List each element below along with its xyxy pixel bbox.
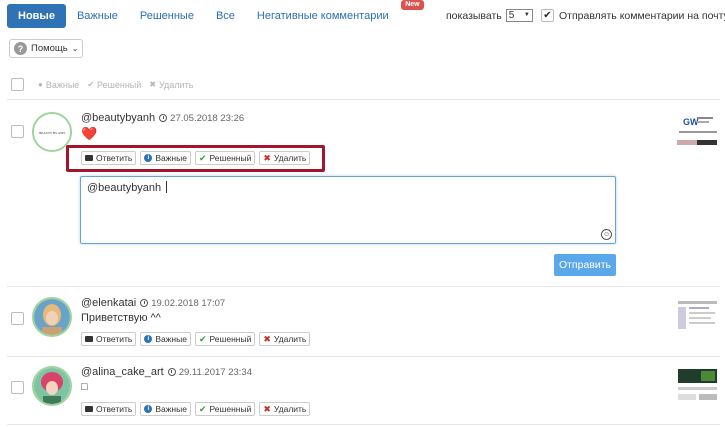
divider <box>7 286 720 287</box>
close-icon: ✖ <box>149 80 157 89</box>
delete-label: Удалить <box>273 334 307 344</box>
tab-all[interactable]: Все <box>205 4 246 28</box>
show-count-control: показывать 5 ▼ <box>446 9 533 22</box>
post-thumbnail[interactable] <box>675 367 720 403</box>
new-badge: New <box>401 0 424 10</box>
clock-icon <box>140 299 149 307</box>
thumb-logo-text: GW <box>683 117 699 127</box>
post-thumbnail[interactable]: GW <box>675 112 720 148</box>
send-button[interactable]: Отправить <box>554 254 616 276</box>
bulk-resolved-button[interactable]: ✔ Решенный <box>87 80 141 90</box>
bulk-delete-label: Удалить <box>159 79 194 90</box>
comment-date: 27.05.2018 23:26 <box>159 113 244 124</box>
comment-text: Приветствую ^^ <box>81 312 161 324</box>
show-count-select[interactable]: 5 ▼ <box>505 9 533 22</box>
reply-input-value: @beautybyanh <box>87 181 168 194</box>
avatar-brand-text: BEAUTY BY ANH <box>39 131 65 135</box>
important-button[interactable]: i Важные <box>140 402 191 416</box>
check-icon: ✔ <box>198 333 207 344</box>
email-option: ✔ Отправлять комментарии на почту? <box>541 9 725 22</box>
comment-date-text: 27.05.2018 23:26 <box>170 112 245 124</box>
comment-text: ❤️ <box>81 126 98 141</box>
help-button[interactable]: ? Помощь ⌄ <box>9 39 84 58</box>
comment-header: @beautybyanh 27.05.2018 23:26 <box>81 112 244 124</box>
check-icon: ✔ <box>87 80 95 89</box>
tab-new[interactable]: Новые <box>7 4 66 28</box>
comment-username[interactable]: @elenkatai <box>81 297 136 309</box>
resolved-label: Решенный <box>209 334 252 344</box>
message-icon <box>85 336 93 342</box>
important-button[interactable]: i Важные <box>140 332 191 346</box>
smiley-icon[interactable]: ☺ <box>601 229 612 240</box>
chevron-down-icon: ⌄ <box>71 44 79 53</box>
reply-label: Ответить <box>96 334 133 344</box>
reply-label: Ответить <box>96 404 133 414</box>
reply-button[interactable]: Ответить <box>81 332 137 346</box>
divider <box>7 99 720 100</box>
reply-textarea[interactable]: @beautybyanh ☺ <box>80 176 616 244</box>
bulk-delete-button[interactable]: ✖ Удалить <box>149 80 193 90</box>
divider <box>7 424 720 425</box>
important-label: Важные <box>155 404 187 414</box>
comment-date-text: 19.02.2018 17:07 <box>151 297 226 309</box>
comment-checkbox[interactable] <box>11 312 24 325</box>
resolved-label: Решенный <box>209 404 252 414</box>
tab-resolved[interactable]: Решенные <box>129 4 205 28</box>
comment-date: 29.11.2017 23:34 <box>167 366 252 378</box>
delete-button[interactable]: ✖ Удалить <box>259 332 311 346</box>
close-icon: ✖ <box>263 403 271 414</box>
avatar[interactable] <box>32 297 72 337</box>
comment-username[interactable]: @beautybyanh <box>81 112 155 124</box>
info-icon: i <box>144 335 153 343</box>
highlight-box <box>66 145 325 172</box>
avatar[interactable] <box>32 366 72 406</box>
bulk-important-label: Важные <box>45 79 80 90</box>
question-icon: ? <box>14 42 27 55</box>
show-count-value: 5 <box>508 10 515 21</box>
tab-negative-label: Негативные комментарии <box>256 10 389 22</box>
resolved-button[interactable]: ✔ Решенный <box>194 402 256 416</box>
comment-actions: Ответить i Важные ✔ Решенный ✖ Удалить <box>81 332 311 346</box>
email-label: Отправлять комментарии на почту? <box>559 9 725 22</box>
bulk-important-button[interactable]: ● Важные <box>38 80 79 90</box>
resolved-button[interactable]: ✔ Решенный <box>194 332 256 346</box>
comment-username[interactable]: @alina_cake_art <box>81 366 164 378</box>
help-label: Помощь <box>31 43 68 54</box>
tab-important[interactable]: Важные <box>66 4 129 28</box>
clock-icon <box>159 114 168 122</box>
check-icon: ✔ <box>198 403 207 414</box>
delete-button[interactable]: ✖ Удалить <box>259 402 311 416</box>
email-checkbox[interactable]: ✔ <box>541 9 554 22</box>
chevron-down-icon: ▼ <box>523 12 530 18</box>
info-icon: i <box>144 405 153 413</box>
comment-header: @alina_cake_art 29.11.2017 23:34 <box>81 366 252 378</box>
comment-date: 19.02.2018 17:07 <box>140 298 225 309</box>
comment-actions: Ответить i Важные ✔ Решенный ✖ Удалить <box>81 402 311 416</box>
tab-bar: Новые Важные Решенные Все Негативные ком… <box>7 0 424 28</box>
tab-negative-comments[interactable]: Негативные комментарии New <box>246 0 424 28</box>
post-thumbnail[interactable] <box>675 298 720 334</box>
comment-header: @elenkatai 19.02.2018 17:07 <box>81 297 225 309</box>
important-label: Важные <box>155 334 187 344</box>
select-all-checkbox[interactable] <box>11 78 24 91</box>
comment-date-text: 29.11.2017 23:34 <box>178 366 252 378</box>
reply-button[interactable]: Ответить <box>81 402 137 416</box>
comment-text: □ <box>81 381 88 393</box>
message-icon <box>85 406 93 412</box>
clock-icon <box>167 368 176 376</box>
comment-checkbox[interactable] <box>11 125 24 138</box>
divider <box>7 356 720 357</box>
close-icon: ✖ <box>263 333 271 344</box>
info-icon: ● <box>38 80 43 89</box>
comment-checkbox[interactable] <box>11 381 24 394</box>
bulk-actions: ● Важные ✔ Решенный ✖ Удалить <box>11 78 201 91</box>
show-label: показывать <box>446 9 502 22</box>
delete-label: Удалить <box>273 404 307 414</box>
bulk-resolved-label: Решенный <box>97 79 142 90</box>
